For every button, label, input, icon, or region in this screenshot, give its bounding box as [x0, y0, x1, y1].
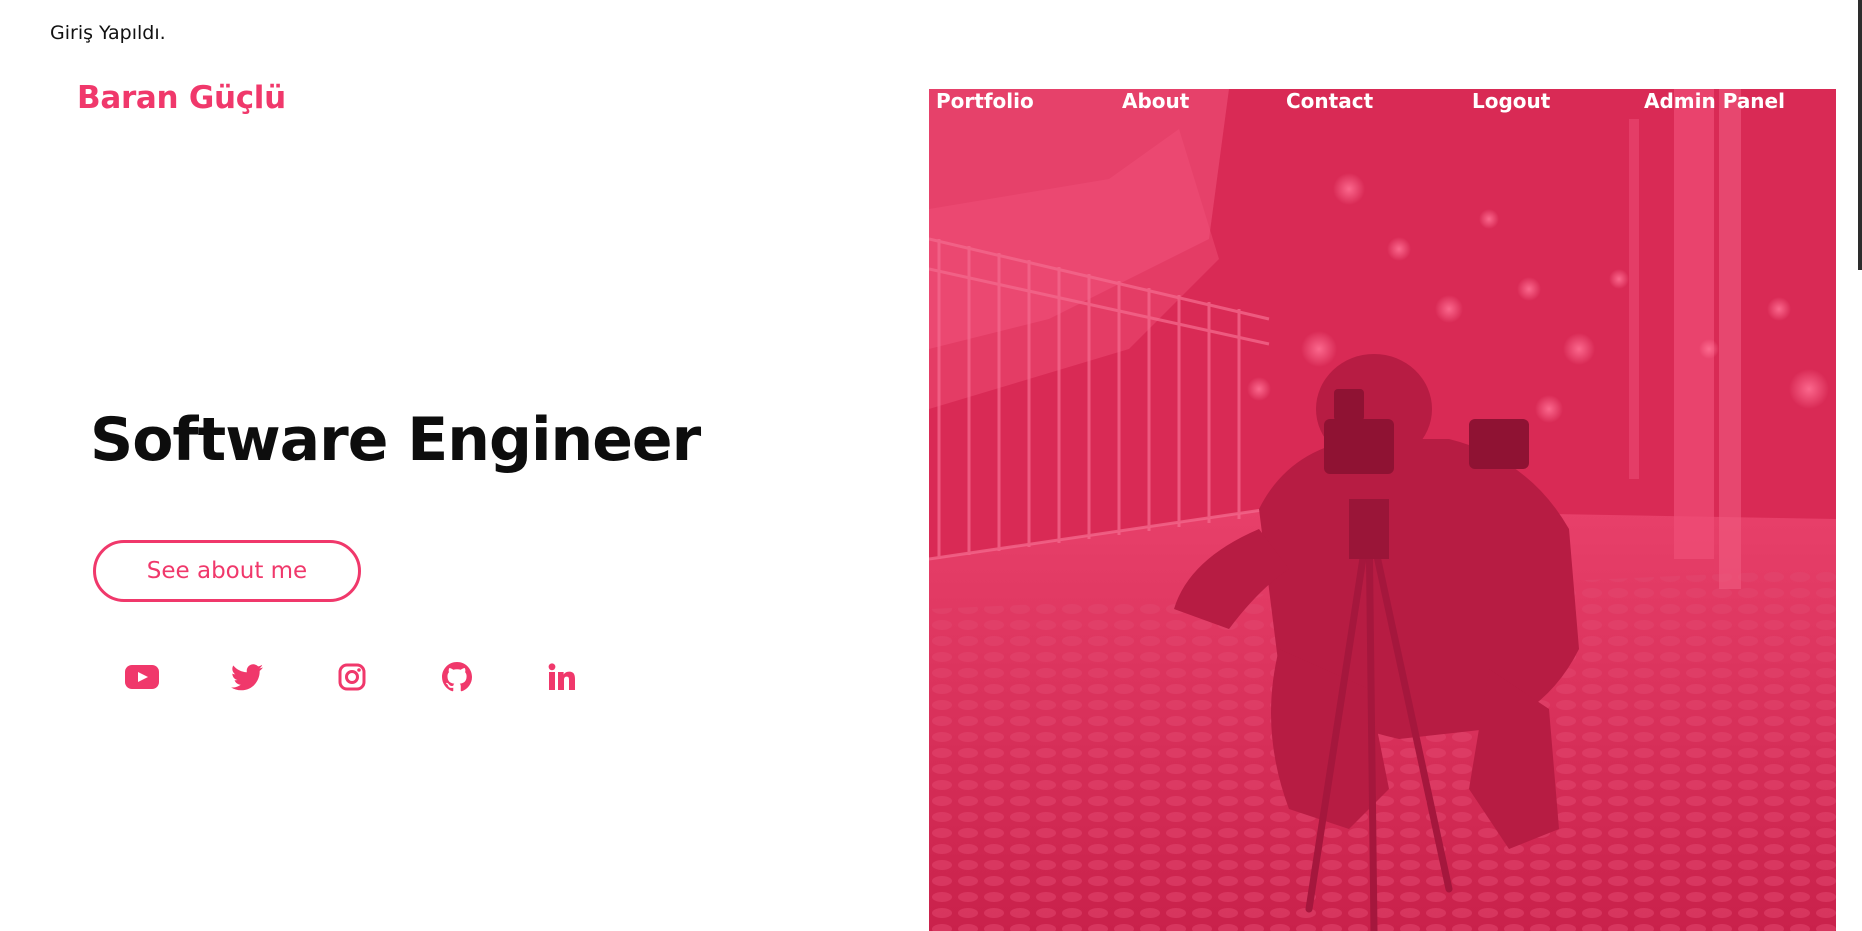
youtube-icon: [125, 665, 159, 689]
brand-logo-text[interactable]: Baran Güçlü: [77, 80, 286, 116]
twitter-icon: [231, 663, 263, 690]
linkedin-icon: [548, 663, 575, 690]
main-navigation: Portfolio About Contact Logout Admin Pan…: [929, 89, 1836, 115]
linkedin-link[interactable]: [540, 655, 584, 699]
photographer-photo-image: [929, 89, 1836, 931]
page: Giriş Yapıldı. Baran Güçlü Portfolio Abo…: [0, 0, 1862, 931]
instagram-link[interactable]: [330, 655, 374, 699]
nav-link-logout[interactable]: Logout: [1472, 89, 1550, 113]
github-icon: [442, 662, 472, 692]
nav-link-about[interactable]: About: [1122, 89, 1189, 113]
login-status-message: Giriş Yapıldı.: [50, 22, 166, 44]
page-scrollbar[interactable]: [1858, 0, 1862, 270]
github-link[interactable]: [435, 655, 479, 699]
hero-photo: [929, 89, 1836, 931]
nav-link-contact[interactable]: Contact: [1286, 89, 1373, 113]
youtube-link[interactable]: [120, 655, 164, 699]
social-links: [120, 655, 584, 699]
hero-title: Software Engineer: [90, 405, 701, 475]
nav-link-admin-panel[interactable]: Admin Panel: [1644, 89, 1785, 113]
twitter-link[interactable]: [225, 655, 269, 699]
see-about-me-button[interactable]: See about me: [93, 540, 361, 602]
instagram-icon: [338, 663, 366, 691]
nav-link-portfolio[interactable]: Portfolio: [936, 89, 1034, 113]
